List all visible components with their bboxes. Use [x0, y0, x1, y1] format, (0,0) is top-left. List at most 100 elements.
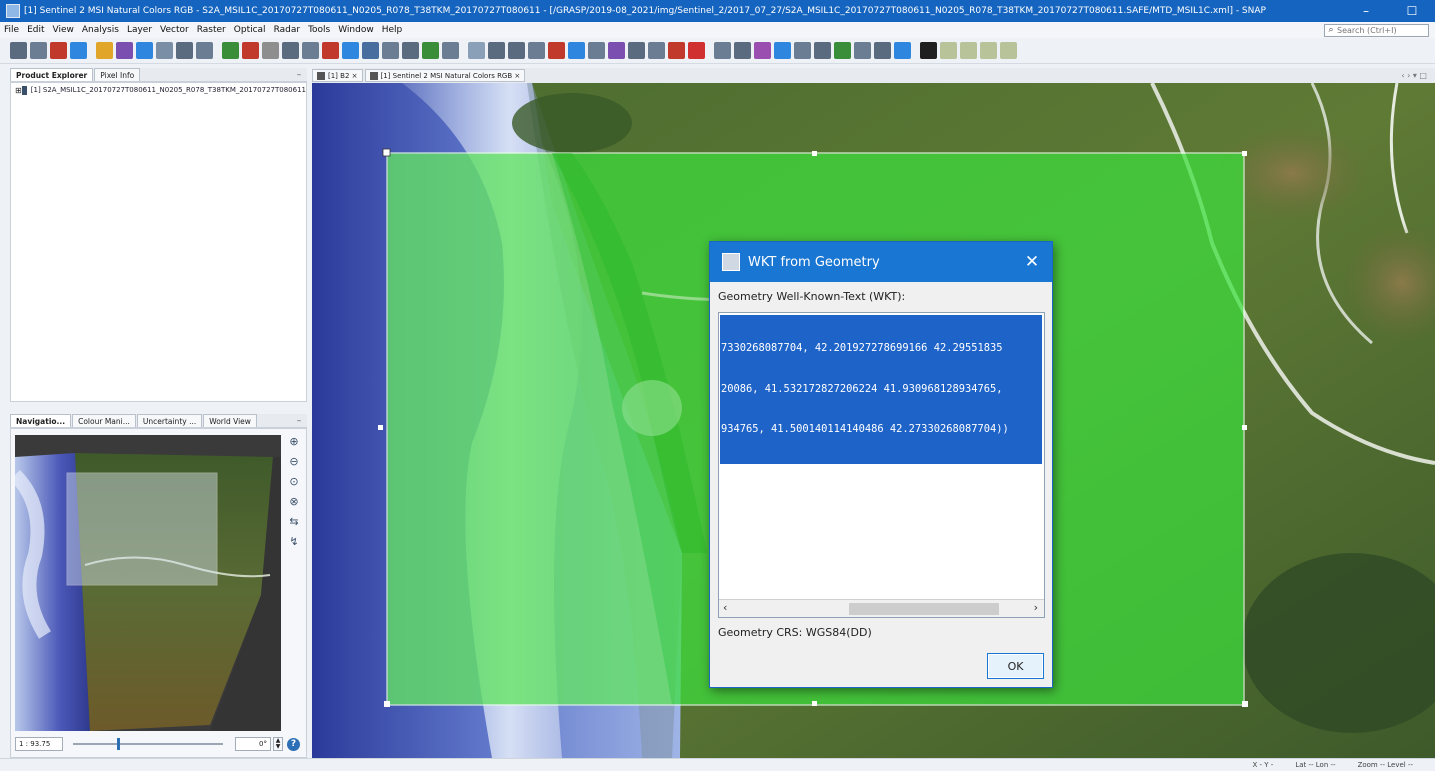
toolbar-tool-icon[interactable]: [508, 42, 525, 59]
search-box[interactable]: ⌕: [1324, 23, 1429, 37]
toolbar-tool-icon[interactable]: [754, 42, 771, 59]
toolbar-tool-icon[interactable]: [734, 42, 751, 59]
menu-optical[interactable]: Optical: [230, 25, 270, 35]
minimize-panel-icon[interactable]: –: [291, 416, 307, 426]
tab-product-explorer[interactable]: Product Explorer: [10, 68, 94, 81]
toolbar-tool-icon[interactable]: [196, 42, 213, 59]
toolbar-tool-icon[interactable]: [628, 42, 645, 59]
menu-layer[interactable]: Layer: [123, 25, 156, 35]
sync-cursor-icon[interactable]: ↯: [287, 535, 301, 549]
menu-edit[interactable]: Edit: [23, 25, 48, 35]
handle-left-mid[interactable]: [378, 425, 383, 430]
toolbar-tool-icon[interactable]: [588, 42, 605, 59]
toolbar-tool-icon[interactable]: [10, 42, 27, 59]
toolbar-tool-icon[interactable]: [834, 42, 851, 59]
tab-world-view[interactable]: World View: [203, 414, 257, 427]
toolbar-tool-icon[interactable]: [608, 42, 625, 59]
toolbar-tool-icon[interactable]: [30, 42, 47, 59]
toolbar-tool-icon[interactable]: [70, 42, 87, 59]
toolbar-tool-icon[interactable]: [794, 42, 811, 59]
menu-window[interactable]: Window: [334, 25, 378, 35]
zoom-slider-thumb[interactable]: [117, 738, 120, 750]
toolbar-tool-icon[interactable]: [382, 42, 399, 59]
handle-bottom-left[interactable]: [384, 701, 390, 707]
tab-view-b2[interactable]: [1] B2 ×: [312, 69, 363, 82]
wkt-text-area[interactable]: 7330268087704, 42.201927278699166 42.295…: [718, 312, 1045, 618]
handle-top-left[interactable]: [382, 148, 391, 157]
toolbar-tool-icon[interactable]: [940, 42, 957, 59]
zoom-all-icon[interactable]: ⊗: [287, 495, 301, 509]
toolbar-tool-icon[interactable]: [96, 42, 113, 59]
tab-view-rgb[interactable]: [1] Sentinel 2 MSI Natural Colors RGB ×: [364, 69, 526, 82]
handle-right-mid[interactable]: [1242, 425, 1247, 430]
angle-spinner[interactable]: ▲ ▼: [273, 737, 283, 751]
product-tree-row[interactable]: ⊞ [1] S2A_MSIL1C_20170727T080611_N0205_R…: [11, 83, 306, 97]
toolbar-tool-icon[interactable]: [302, 42, 319, 59]
dialog-titlebar[interactable]: WKT from Geometry ✕: [710, 242, 1052, 282]
rotation-angle-field[interactable]: 0°: [235, 737, 271, 751]
toolbar-tool-icon[interactable]: [282, 42, 299, 59]
toolbar-tool-icon[interactable]: [262, 42, 279, 59]
toolbar-tool-icon[interactable]: [528, 42, 545, 59]
navigation-thumbnail[interactable]: [15, 435, 281, 731]
zoom-out-icon[interactable]: ⊖: [287, 455, 301, 469]
menu-help[interactable]: Help: [378, 25, 407, 35]
scroll-left-icon[interactable]: ‹: [723, 601, 727, 614]
zoom-in-icon[interactable]: ⊕: [287, 435, 301, 449]
scrollbar-thumb[interactable]: [849, 603, 999, 615]
toolbar-tool-icon[interactable]: [322, 42, 339, 59]
toolbar-tool-icon[interactable]: [568, 42, 585, 59]
horizontal-scrollbar[interactable]: ‹ ›: [719, 599, 1044, 617]
toolbar-tool-icon[interactable]: [402, 42, 419, 59]
toolbar-tool-icon[interactable]: [136, 42, 153, 59]
menu-analysis[interactable]: Analysis: [78, 25, 123, 35]
menu-tools[interactable]: Tools: [304, 25, 334, 35]
toolbar-tool-icon[interactable]: [648, 42, 665, 59]
toolbar-tool-icon[interactable]: [548, 42, 565, 59]
tab-navigation[interactable]: Navigatio...: [10, 414, 72, 427]
toolbar-tool-icon[interactable]: [980, 42, 997, 59]
minimize-panel-icon[interactable]: –: [291, 70, 307, 80]
close-icon[interactable]: ✕: [1012, 252, 1052, 272]
tab-pixel-info[interactable]: Pixel Info: [94, 68, 141, 81]
toolbar-tool-icon[interactable]: [442, 42, 459, 59]
minimize-button[interactable]: –: [1343, 0, 1389, 22]
menu-raster[interactable]: Raster: [193, 25, 230, 35]
expand-icon[interactable]: ⊞: [15, 86, 22, 95]
toolbar-tool-icon[interactable]: [50, 42, 67, 59]
tab-colour-manipulation[interactable]: Colour Mani...: [72, 414, 136, 427]
toolbar-tool-icon[interactable]: [156, 42, 173, 59]
toolbar-tool-icon[interactable]: [468, 42, 485, 59]
toolbar-tool-icon[interactable]: [176, 42, 193, 59]
toolbar-tool-icon[interactable]: [874, 42, 891, 59]
toolbar-tool-icon[interactable]: [1000, 42, 1017, 59]
toolbar-tool-icon[interactable]: [488, 42, 505, 59]
toolbar-tool-icon[interactable]: [362, 42, 379, 59]
toolbar-tool-icon[interactable]: [422, 42, 439, 59]
menu-radar[interactable]: Radar: [270, 25, 305, 35]
zoom-slider[interactable]: [73, 737, 223, 751]
help-icon[interactable]: ?: [287, 737, 300, 751]
handle-top-mid[interactable]: [812, 151, 817, 156]
toolbar-tool-icon[interactable]: [920, 42, 937, 59]
toolbar-tool-icon[interactable]: [668, 42, 685, 59]
view-nav-arrows-icon[interactable]: ‹ › ▾ □: [1401, 71, 1427, 80]
toolbar-tool-icon[interactable]: [688, 42, 705, 59]
toolbar-tool-icon[interactable]: [814, 42, 831, 59]
toolbar-tool-icon[interactable]: [960, 42, 977, 59]
scroll-right-icon[interactable]: ›: [1034, 601, 1038, 614]
zoom-pixel-icon[interactable]: ⊙: [287, 475, 301, 489]
toolbar-tool-icon[interactable]: [222, 42, 239, 59]
handle-bottom-right[interactable]: [1242, 701, 1248, 707]
search-input[interactable]: [1337, 25, 1425, 35]
maximize-button[interactable]: ☐: [1389, 0, 1435, 22]
toolbar-tool-icon[interactable]: [242, 42, 259, 59]
menu-view[interactable]: View: [49, 25, 78, 35]
toolbar-tool-icon[interactable]: [894, 42, 911, 59]
toolbar-tool-icon[interactable]: [774, 42, 791, 59]
tab-uncertainty[interactable]: Uncertainty ...: [136, 414, 203, 427]
toolbar-tool-icon[interactable]: [342, 42, 359, 59]
menu-vector[interactable]: Vector: [156, 25, 193, 35]
scale-field[interactable]: 1 : 93.75: [15, 737, 63, 751]
toolbar-tool-icon[interactable]: [116, 42, 133, 59]
